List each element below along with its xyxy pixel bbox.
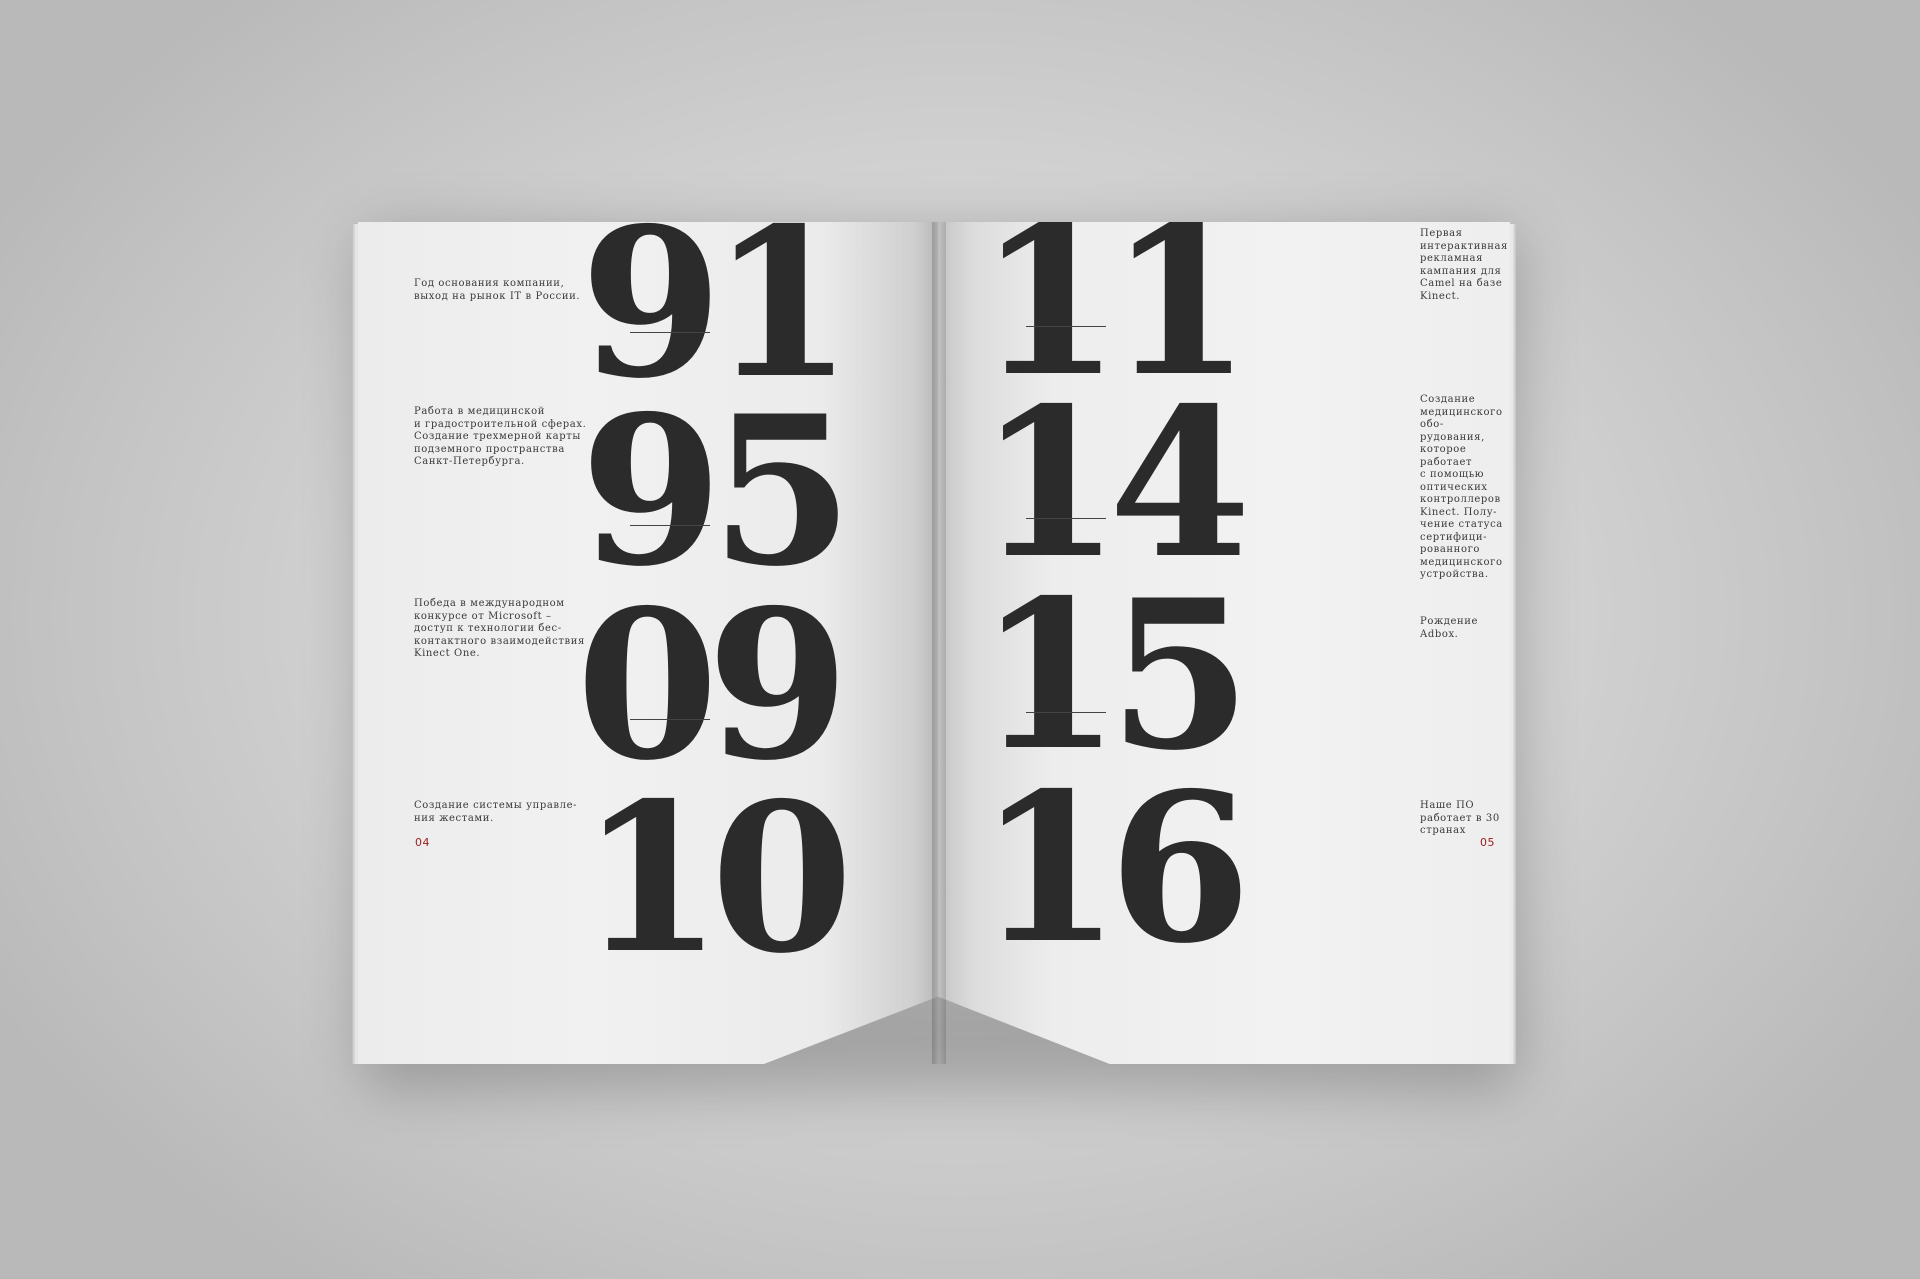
divider-15-16: [1026, 712, 1106, 713]
divider-95-09: [630, 525, 710, 526]
caption-16: Наше ПО работает в 30 странах: [1420, 800, 1500, 836]
year-10: 10: [580, 759, 853, 999]
caption-95: Работа в медицинской и градостроительной…: [414, 406, 587, 467]
caption-11: Первая интерактивная рекламная кампания …: [1420, 228, 1508, 302]
page-number-left: 04: [415, 836, 430, 849]
divider-91-95: [630, 332, 710, 333]
right-page: 11 Первая интерактивная рекламная кампан…: [938, 222, 1510, 1064]
left-page: Год основания компании, выход на рынок I…: [358, 222, 938, 1064]
spine-shadow: [932, 222, 946, 1064]
magazine-spread: Год основания компании, выход на рынок I…: [352, 218, 1516, 1080]
caption-14: Создание медицинского обо- рудования, ко…: [1420, 394, 1503, 580]
caption-10: Создание системы управле- ния жестами.: [414, 800, 578, 824]
page-number-right: 05: [1480, 836, 1495, 849]
divider-14-15: [1026, 518, 1106, 519]
divider-09-10: [630, 719, 710, 720]
caption-15: Рождение Adbox.: [1420, 616, 1479, 640]
photo-scene: Год основания компании, выход на рынок I…: [0, 0, 1920, 1279]
caption-91: Год основания компании, выход на рынок I…: [414, 278, 581, 302]
year-16: 16: [978, 749, 1251, 989]
caption-09: Победа в международном конкурсе от Micro…: [414, 598, 585, 659]
year-95: 95: [580, 372, 853, 612]
divider-11-14: [1026, 326, 1106, 327]
